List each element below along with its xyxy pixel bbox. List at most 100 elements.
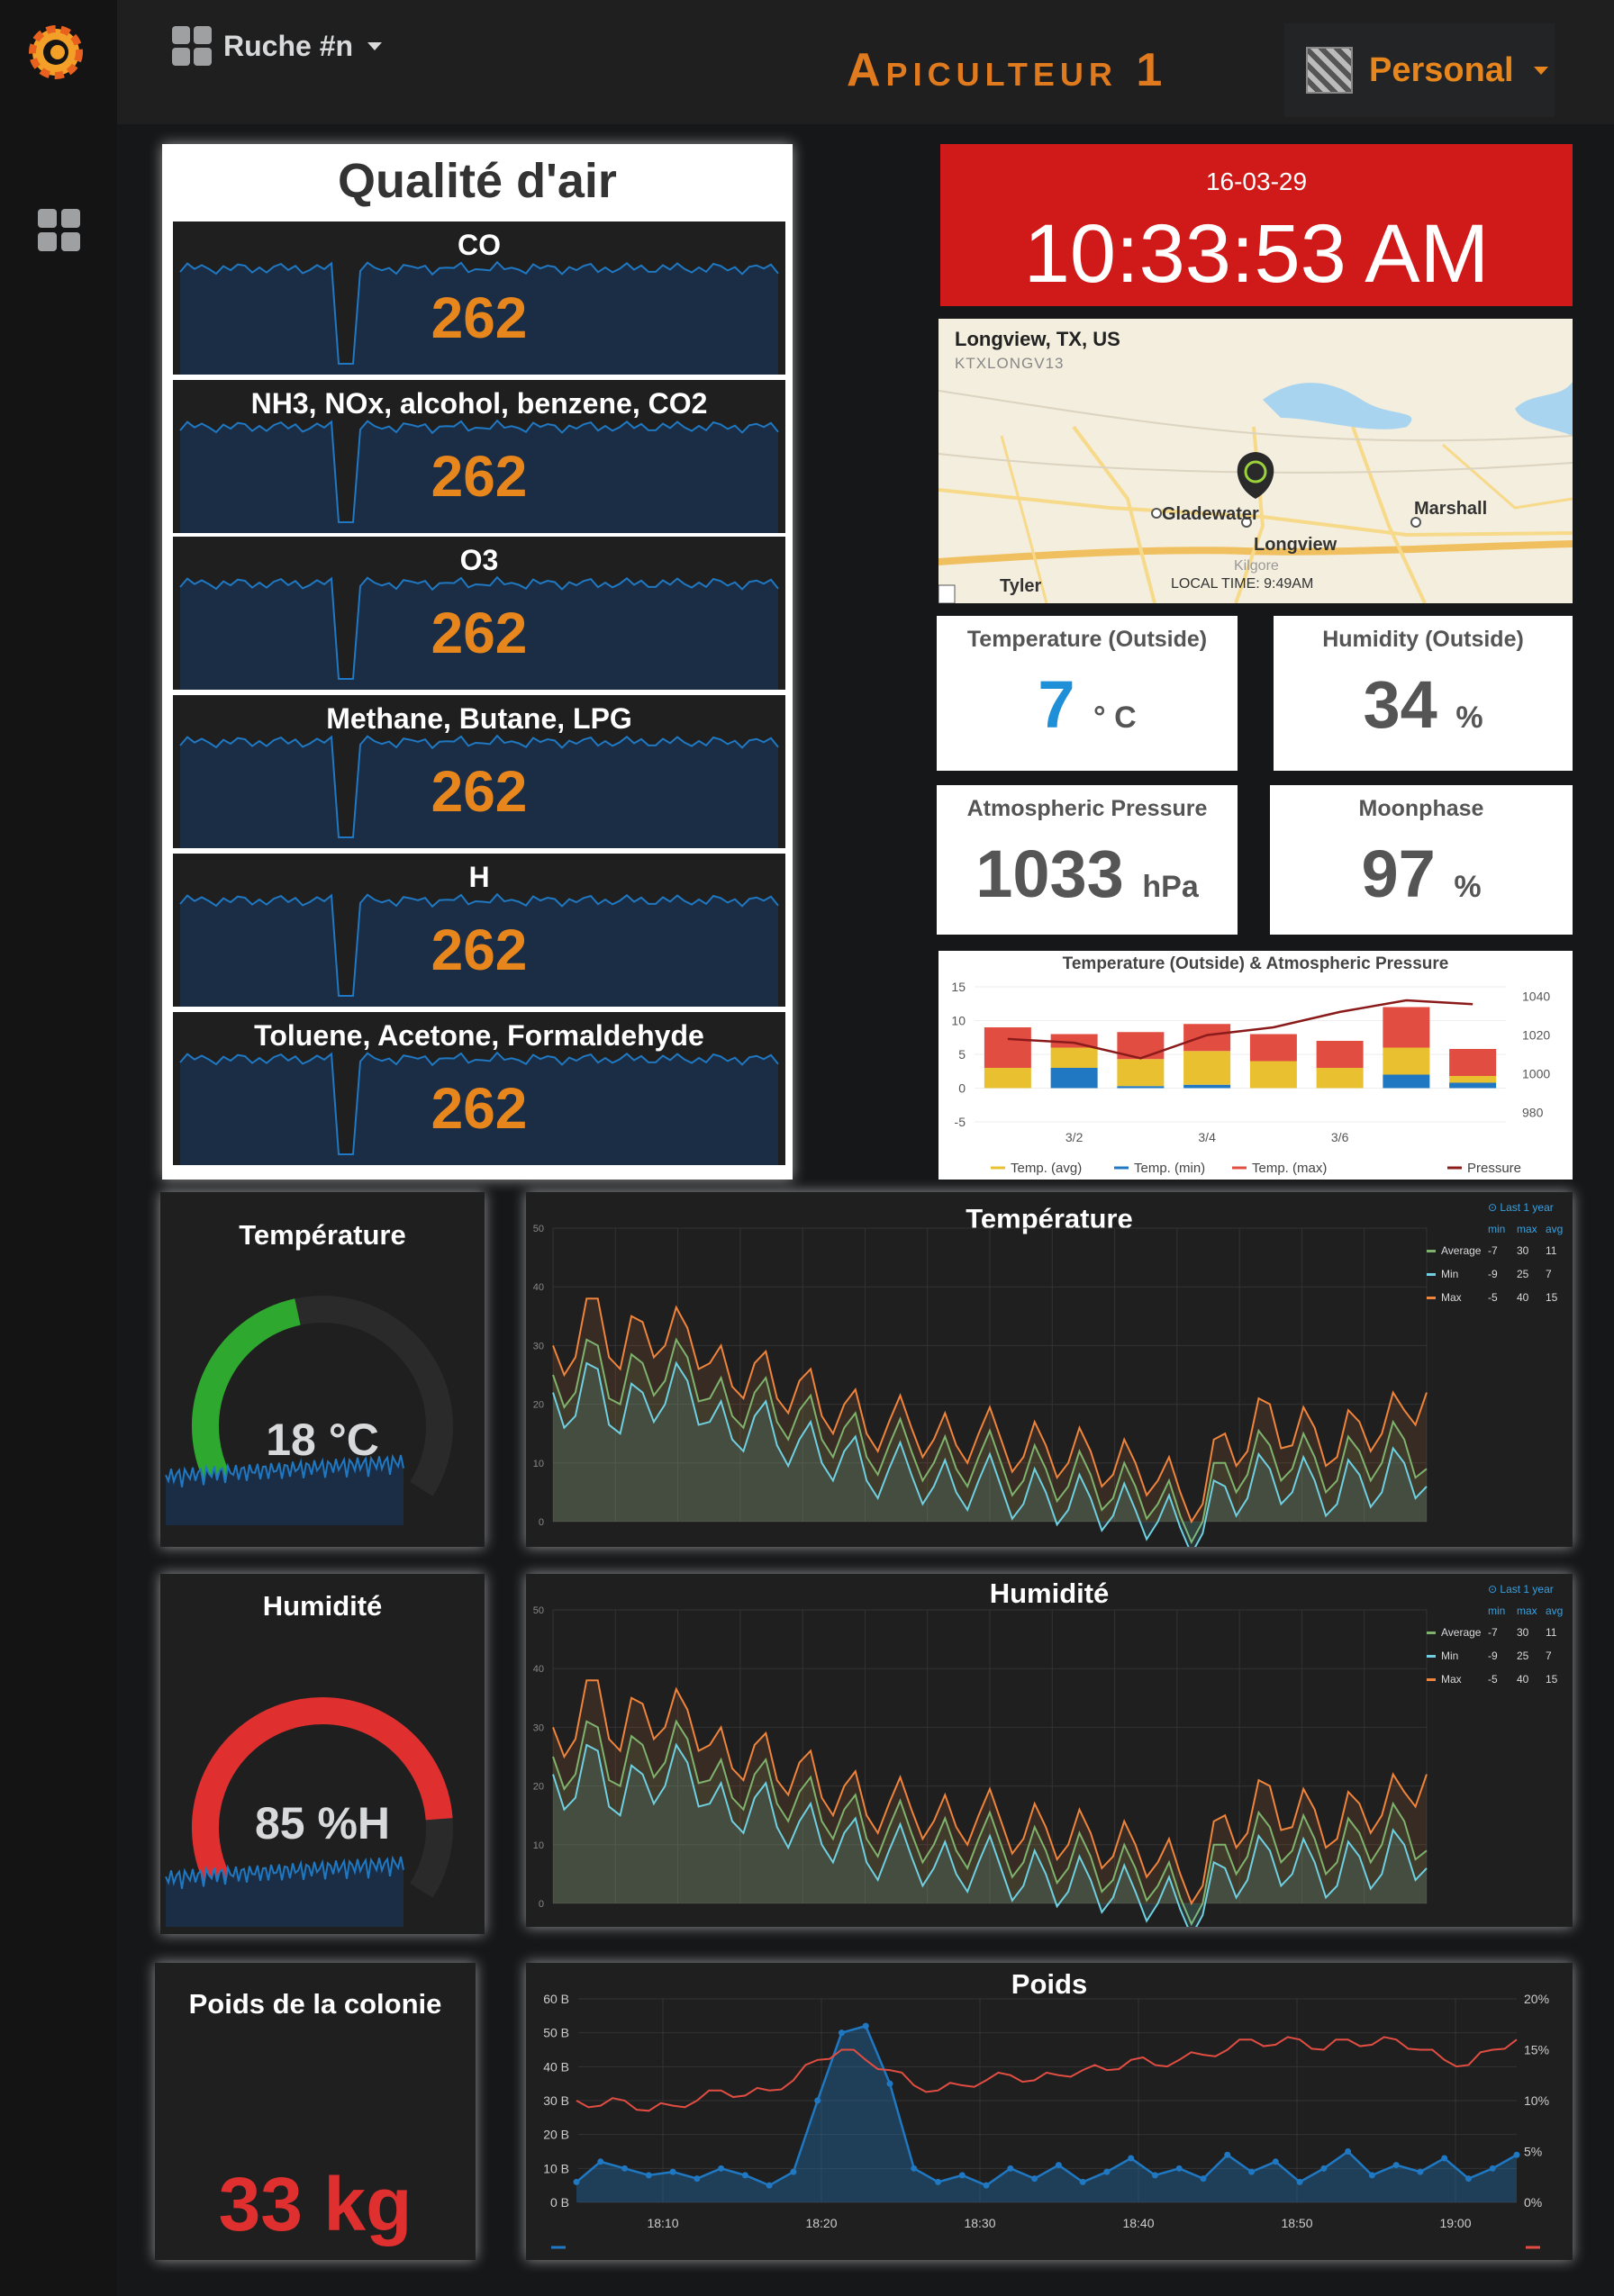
temperature-graph-panel: Température 0 10 20 30 40 50 ⊙ Last 1 year min…: [526, 1192, 1573, 1547]
org-switcher[interactable]: Personal: [1284, 23, 1555, 117]
legend-max: 40: [1517, 1291, 1529, 1304]
legend-swatch: [1427, 1654, 1436, 1658]
legend-avg: 11: [1546, 1626, 1557, 1639]
air-quality-stat: Toluene, Acetone, Formaldehyde 262: [173, 1012, 785, 1165]
weather-map-panel[interactable]: Longview, TX, US KTXLONGV13 Gladewater M…: [938, 319, 1573, 603]
weight-point: [814, 2097, 821, 2104]
humidity-gauge-value: 85 %H: [254, 1798, 391, 1849]
grafana-logo-icon[interactable]: [23, 18, 88, 83]
weight-point: [1151, 2172, 1158, 2179]
legend-max: 40: [1517, 1673, 1529, 1686]
weight-point: [790, 2168, 797, 2175]
y-tick-label: 10: [533, 1840, 544, 1851]
legend-label: Pressure: [1467, 1161, 1521, 1176]
y2-tick-label: 1040: [1522, 990, 1550, 1004]
legend-min: -7: [1488, 1626, 1498, 1639]
bar-avg: [1050, 1047, 1098, 1068]
y-tick-label: 10: [951, 1014, 966, 1028]
legend-row[interactable]: Min -9 25 7: [1427, 1650, 1574, 1662]
humidity-outside-label: Humidity (Outside): [1322, 627, 1524, 652]
air-quality-stat-name: H: [468, 861, 490, 893]
weight-point: [1248, 2168, 1256, 2175]
colony-weight-title: Poids de la colonie: [188, 1988, 442, 2020]
legend-header: min: [1488, 1604, 1506, 1617]
weight-point: [935, 2178, 942, 2185]
avatar: [1306, 47, 1353, 94]
weight-point: [886, 2080, 893, 2087]
y-tick-label: 30: [533, 1341, 544, 1351]
air-quality-stat-value: 262: [431, 1076, 528, 1141]
y2-tick-label: 20%: [1524, 1992, 1549, 2006]
temperature-outside-panel: Temperature (Outside) 7 ° C: [937, 616, 1238, 771]
weight-graph: 60 B 50 B 40 B 30 B 20 B 10 B 0 B 20% 15% 10% 5% 0%…: [543, 1992, 1549, 2249]
temperature-gauge: [165, 1296, 453, 1525]
dashboards-icon[interactable]: [36, 207, 83, 254]
weight-point: [1224, 2151, 1231, 2158]
moonphase-label: Moonphase: [1358, 796, 1484, 821]
weight-point: [1055, 2162, 1062, 2169]
legend-swatch: [1427, 1296, 1436, 1299]
weight-point: [983, 2182, 990, 2189]
weight-point: [1392, 2162, 1400, 2169]
x-tick-label: 18:50: [1281, 2216, 1312, 2230]
legend-label: Temp. (min): [1134, 1161, 1205, 1176]
legend-row[interactable]: Min -9 25 7: [1427, 1268, 1574, 1280]
weight-point: [1103, 2168, 1111, 2175]
legend-swatch: [1427, 1249, 1436, 1252]
humidity-gauge-panel: Humidité 85 %H: [160, 1574, 485, 1934]
bar-avg: [984, 1068, 1031, 1089]
weight-point: [911, 2165, 918, 2172]
weight-point: [621, 2165, 629, 2172]
x-tick-label: 3/6: [1331, 1130, 1349, 1144]
bar-min: [1183, 1084, 1231, 1089]
temperature-graph: 0 10 20 30 40 50: [533, 1224, 1428, 1547]
legend-row[interactable]: Average -7 30 11: [1427, 1626, 1574, 1639]
legend-min: -9: [1488, 1650, 1498, 1662]
legend-row[interactable]: Max -5 40 15: [1427, 1673, 1574, 1686]
weight-point: [718, 2165, 725, 2172]
legend-min: -5: [1488, 1673, 1498, 1686]
bar-max: [1449, 1049, 1497, 1076]
air-quality-stat: Methane, Butane, LPG 262: [173, 695, 785, 848]
x-tick-label: 18:30: [964, 2216, 995, 2230]
y-tick-label: 0: [958, 1081, 966, 1096]
weight-line: [576, 2024, 1518, 2187]
org-name: Personal: [1369, 50, 1514, 89]
bar-max: [984, 1027, 1031, 1068]
map-station-id: KTXLONGV13: [955, 355, 1065, 372]
humidity-outside-panel: Humidity (Outside) 34 %: [1274, 616, 1573, 771]
atmospheric-pressure-panel: Atmospheric Pressure 1033 hPa: [937, 785, 1238, 935]
legend-avg: 15: [1546, 1673, 1558, 1686]
legend-avg: 7: [1546, 1650, 1552, 1662]
weight-point: [1296, 2178, 1303, 2185]
bar-avg: [1249, 1061, 1297, 1089]
y-tick-label: -5: [955, 1115, 966, 1129]
legend-header: min: [1488, 1223, 1506, 1235]
legend-range[interactable]: ⊙ Last 1 year: [1488, 1583, 1574, 1595]
chevron-down-icon: [1533, 66, 1548, 75]
weight-point: [1368, 2172, 1375, 2179]
weight-point: [694, 2175, 701, 2183]
air-quality-stat-name: Toluene, Acetone, Formaldehyde: [254, 1019, 704, 1052]
air-quality-stat-value: 262: [431, 285, 528, 350]
weight-point: [645, 2172, 652, 2179]
legend-row[interactable]: Average -7 30 11: [1427, 1244, 1574, 1257]
legend-label: Temp. (max): [1252, 1161, 1327, 1176]
dashboard-grid-icon: [172, 26, 212, 66]
y2-tick-label: 1020: [1522, 1028, 1550, 1043]
legend-range[interactable]: ⊙ Last 1 year: [1488, 1201, 1574, 1214]
map-city-label: Tyler: [1000, 576, 1042, 596]
legend-header: avg: [1546, 1223, 1564, 1235]
map-city-label: Gladewater: [1162, 504, 1259, 524]
air-quality-panel: Qualité d'air CO 262 NH3, NOx, alcohol, be…: [162, 144, 793, 1180]
chevron-down-icon: [367, 41, 383, 50]
y2-tick-label: 980: [1522, 1105, 1544, 1119]
legend-max: 25: [1517, 1268, 1529, 1280]
weight-point: [1031, 2175, 1038, 2183]
legend-row[interactable]: Max -5 40 15: [1427, 1291, 1574, 1304]
air-quality-stat-name: O3: [459, 544, 499, 576]
y-tick-label: 40 B: [543, 2059, 569, 2074]
weight-point: [1128, 2155, 1135, 2162]
dashboard-picker[interactable]: Ruche #n: [171, 25, 383, 67]
bar-min: [1117, 1086, 1165, 1089]
